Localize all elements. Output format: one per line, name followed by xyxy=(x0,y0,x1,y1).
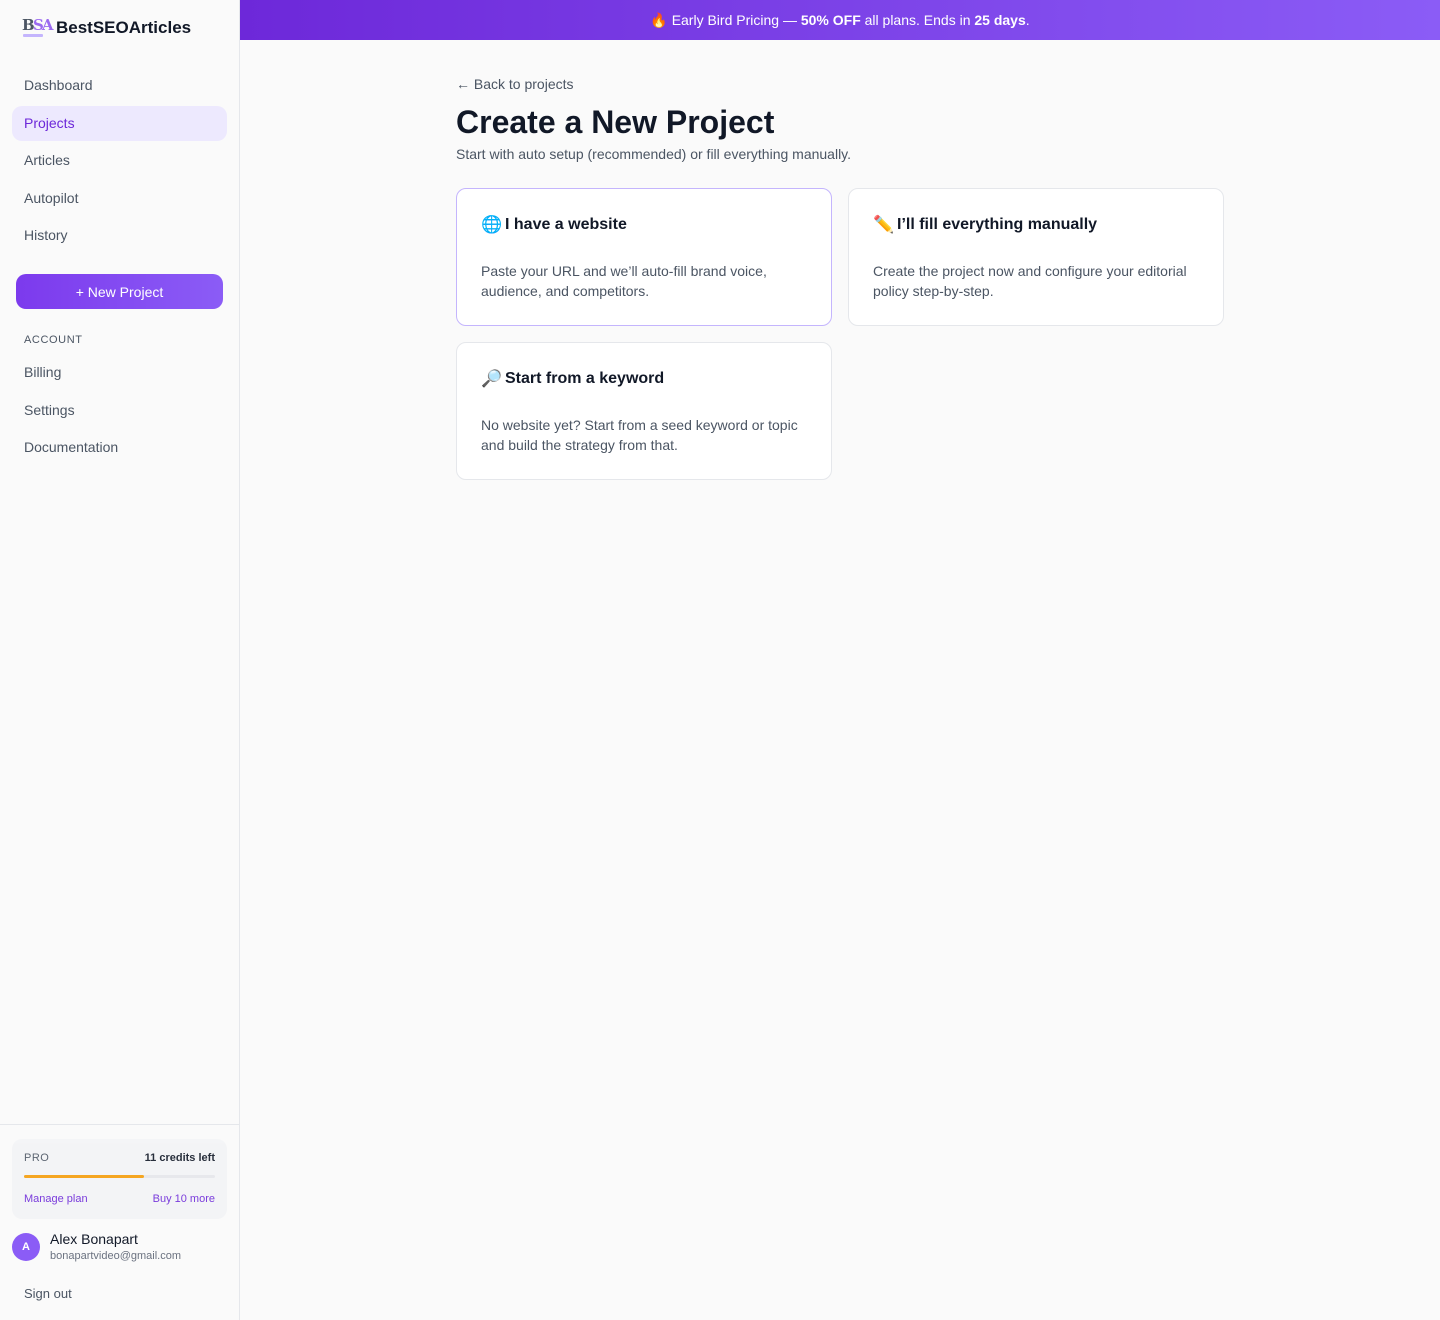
user-profile[interactable]: A Alex Bonapart bonapartvideo@gmail.com xyxy=(12,1231,181,1262)
sidebar-item-autopilot[interactable]: Autopilot xyxy=(12,181,227,216)
sidebar-item-projects[interactable]: Projects xyxy=(12,105,227,141)
account-nav: Billing Settings Documentation xyxy=(12,355,227,468)
option-title: Start from a keyword xyxy=(505,370,665,387)
plan-card: PRO 11 credits left Manage plan Buy 10 m… xyxy=(12,1139,227,1219)
sidebar-item-history[interactable]: History xyxy=(12,218,227,253)
credits-progress-bar xyxy=(24,1175,215,1178)
sidebar: B SA BestSEOArticles Dashboard Projects A… xyxy=(0,0,240,1320)
brand[interactable]: B SA BestSEOArticles xyxy=(22,14,191,42)
banner-end: . xyxy=(1025,12,1030,28)
option-description: Paste your URL and we’ll auto-fill brand… xyxy=(481,263,767,299)
banner-discount: 50% OFF xyxy=(800,12,861,28)
option-card-keyword[interactable]: 🔎 Start from a keyword No website yet? S… xyxy=(456,342,832,480)
banner-middle: all plans. Ends in xyxy=(864,12,971,28)
account-section-label: ACCOUNT xyxy=(24,334,83,346)
sidebar-item-dashboard[interactable]: Dashboard xyxy=(12,68,227,103)
credits-left: 11 credits left xyxy=(144,1152,215,1164)
page-subtitle: Start with auto setup (recommended) or f… xyxy=(456,146,852,162)
plan-name: PRO xyxy=(24,1152,50,1164)
user-email: bonapartvideo@gmail.com xyxy=(50,1250,182,1262)
brand-logo-icon: B SA xyxy=(22,14,54,42)
option-card-website[interactable]: 🌐 I have a website Paste your URL and we… xyxy=(456,188,832,326)
option-card-title: ✏️ I’ll fill everything manually xyxy=(873,215,1097,235)
sidebar-item-billing[interactable]: Billing xyxy=(12,355,227,390)
promo-banner[interactable]: 🔥 Early Bird Pricing — 50% OFF all plans… xyxy=(240,0,1440,40)
globe-icon: 🌐 xyxy=(481,215,503,234)
option-description: No website yet? Start from a seed keywor… xyxy=(481,417,798,453)
magnifier-icon: 🔎 xyxy=(481,369,503,388)
option-card-manual[interactable]: ✏️ I’ll fill everything manually Create … xyxy=(848,188,1224,326)
back-to-projects-link[interactable]: ← Back to projects xyxy=(456,76,574,92)
buy-more-link[interactable]: Buy 10 more xyxy=(153,1193,215,1205)
avatar: A xyxy=(12,1232,40,1261)
sidebar-item-documentation[interactable]: Documentation xyxy=(12,430,227,465)
option-card-title: 🌐 I have a website xyxy=(481,215,627,235)
new-project-button[interactable]: + New Project xyxy=(16,274,223,309)
option-title: I have a website xyxy=(505,216,627,233)
page-title: Create a New Project xyxy=(456,104,775,140)
sidebar-item-articles[interactable]: Articles xyxy=(12,143,227,178)
brand-name: BestSEOArticles xyxy=(56,18,192,37)
sidebar-item-settings[interactable]: Settings xyxy=(12,393,227,428)
sign-out-link[interactable]: Sign out xyxy=(24,1286,72,1301)
banner-days: 25 days xyxy=(974,12,1026,28)
sidebar-nav: Dashboard Projects Articles Autopilot Hi… xyxy=(12,68,227,256)
sidebar-footer: PRO 11 credits left Manage plan Buy 10 m… xyxy=(0,1124,239,1301)
manage-plan-link[interactable]: Manage plan xyxy=(24,1193,88,1205)
credits-progress-fill xyxy=(24,1175,145,1178)
banner-lead: Early Bird Pricing — xyxy=(671,12,797,28)
option-title: I’ll fill everything manually xyxy=(897,216,1098,233)
option-card-title: 🔎 Start from a keyword xyxy=(481,369,664,389)
user-name: Alex Bonapart xyxy=(50,1231,138,1247)
fire-icon: 🔥 xyxy=(650,11,668,28)
pencil-icon: ✏️ xyxy=(873,215,895,234)
option-description: Create the project now and configure you… xyxy=(873,263,1187,299)
